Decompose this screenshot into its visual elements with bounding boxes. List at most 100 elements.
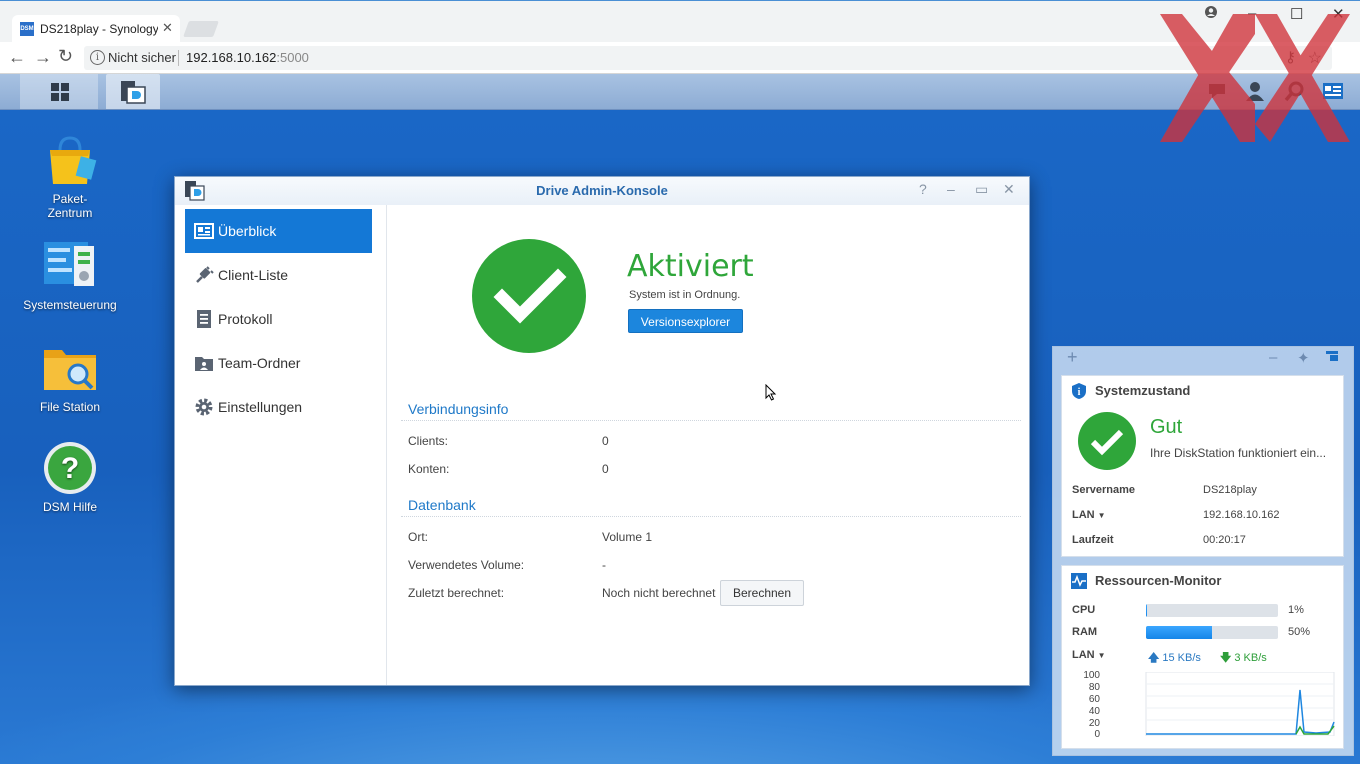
url-field[interactable]: i Nicht sicher 192.168.10.162:5000 ⚷ ☆ xyxy=(84,46,1332,70)
ram-bar xyxy=(1146,626,1278,639)
overview-icon xyxy=(194,223,214,239)
drive-admin-window: Drive Admin-Konsole ? – ▭ ✕ Überblick Cl… xyxy=(174,176,1030,686)
chart-tick: 100 xyxy=(1083,670,1100,681)
server-name-value: DS218play xyxy=(1203,484,1257,496)
desktop-icon-control-panel[interactable]: Systemsteuerung xyxy=(10,238,130,312)
status-subtitle: System ist in Ordnung. xyxy=(629,289,741,301)
browser-tab[interactable]: DSM DS218play - Synology D ✕ xyxy=(12,15,180,43)
chart-tick: 20 xyxy=(1088,718,1100,729)
sidebar-item-log[interactable]: Protokoll xyxy=(185,297,372,341)
section-divider xyxy=(401,420,1021,421)
close-tab-icon[interactable]: ✕ xyxy=(162,20,173,36)
chart-tick: 80 xyxy=(1088,682,1100,693)
upload-rate: 🡅 15 KB/s xyxy=(1148,649,1201,668)
row-value: - xyxy=(602,558,606,572)
desktop-icon-file-station[interactable]: File Station xyxy=(10,340,130,414)
widget-panel: + – ✦ i Systemzustand Gut Ihre DiskStati… xyxy=(1052,346,1354,756)
server-name-label: Servername xyxy=(1072,484,1135,496)
lan-label: LAN xyxy=(1072,509,1095,521)
desktop-icon-label: Paket- Zentrum xyxy=(47,192,93,220)
download-arrow-icon: 🡇 xyxy=(1220,652,1232,664)
new-tab-button[interactable] xyxy=(183,21,219,37)
row-label: Ort: xyxy=(408,530,428,544)
watermark-logo xyxy=(1160,14,1350,142)
sidebar-item-team-folder[interactable]: Team-Ordner xyxy=(185,341,372,385)
ram-bar-fill xyxy=(1146,626,1212,639)
minimize-icon[interactable]: – xyxy=(947,181,955,197)
section-divider xyxy=(401,516,1021,517)
upload-arrow-icon: 🡅 xyxy=(1148,652,1160,664)
health-check-icon xyxy=(1078,412,1136,470)
help-question-icon[interactable]: ? xyxy=(919,181,927,197)
desktop-icon-label: File Station xyxy=(39,400,101,414)
row-value: Volume 1 xyxy=(602,530,653,544)
sidebar-item-overview[interactable]: Überblick xyxy=(185,209,372,253)
sidebar: Überblick Client-Liste Protokoll Team-Or… xyxy=(175,205,387,685)
row-value: 0 xyxy=(602,462,609,476)
sidebar-item-label: Überblick xyxy=(218,223,277,239)
browser-address-bar: ← → ↻ i Nicht sicher 192.168.10.162:5000… xyxy=(0,42,1360,74)
status-title: Aktiviert xyxy=(627,249,754,284)
control-panel-icon xyxy=(44,242,94,286)
version-explorer-button[interactable]: Versionsexplorer xyxy=(628,309,743,333)
lan-label: LAN xyxy=(1072,649,1095,661)
row-label: Zuletzt berechnet: xyxy=(408,586,505,600)
sidebar-item-label: Einstellungen xyxy=(218,399,303,415)
chart-tick: 0 xyxy=(1094,729,1100,740)
file-station-icon xyxy=(44,350,96,390)
widget-toolbar: + – ✦ xyxy=(1053,347,1353,371)
window-titlebar[interactable]: Drive Admin-Konsole ? – ▭ ✕ xyxy=(175,177,1029,205)
sidebar-item-label: Client-Liste xyxy=(218,267,289,283)
back-icon[interactable]: ← xyxy=(8,47,26,68)
row-label: Konten: xyxy=(408,462,450,476)
lan-dropdown[interactable]: LAN ▼ xyxy=(1072,509,1106,521)
health-subtitle: Ihre DiskStation funktioniert ein... xyxy=(1150,446,1327,460)
sidebar-item-label: Team-Ordner xyxy=(218,355,301,371)
calculate-button[interactable]: Berechnen xyxy=(720,580,804,606)
drive-admin-icon xyxy=(121,81,146,104)
forward-icon[interactable]: → xyxy=(34,47,52,68)
desktop-icon-package-center[interactable]: Paket- Zentrum xyxy=(10,132,130,220)
dsm-favicon-icon: DSM xyxy=(20,22,34,36)
desktop-icon-help[interactable]: ? DSM Hilfe xyxy=(10,440,130,514)
main-menu-button[interactable] xyxy=(20,74,98,109)
lan-ip-value: 192.168.10.162 xyxy=(1203,509,1280,521)
chevron-down-icon: ▼ xyxy=(1097,511,1106,520)
pin-icon[interactable]: ✦ xyxy=(1297,349,1310,367)
security-label[interactable]: Nicht sicher xyxy=(108,50,176,65)
upload-value: 15 KB/s xyxy=(1162,652,1201,664)
url-text[interactable]: 192.168.10.162:5000 xyxy=(186,50,309,65)
minimize-icon[interactable]: – xyxy=(1269,349,1277,366)
collapse-widget-icon[interactable] xyxy=(1325,349,1339,367)
maximize-icon[interactable]: ▭ xyxy=(975,181,988,198)
svg-text:?: ? xyxy=(61,452,79,485)
chart-tick: 60 xyxy=(1088,694,1100,705)
taskbar-drive-admin-button[interactable] xyxy=(106,74,160,109)
download-rate: 🡇 3 KB/s xyxy=(1220,649,1267,668)
chevron-down-icon: ▼ xyxy=(1097,651,1106,660)
sidebar-item-settings[interactable]: Einstellungen xyxy=(185,385,372,429)
shield-info-icon: i xyxy=(1072,383,1086,399)
window-title: Drive Admin-Konsole xyxy=(536,183,668,198)
status-check-icon xyxy=(472,239,586,353)
url-host: 192.168.10.162 xyxy=(186,50,277,65)
sidebar-item-label: Protokoll xyxy=(218,311,273,327)
widget-title: Systemzustand xyxy=(1095,383,1191,398)
close-icon[interactable]: ✕ xyxy=(1003,181,1015,198)
network-traffic-chart xyxy=(1145,672,1335,736)
info-icon[interactable]: i xyxy=(90,50,105,65)
log-icon xyxy=(197,310,211,328)
ram-label: RAM xyxy=(1072,626,1098,638)
add-widget-icon[interactable]: + xyxy=(1067,347,1078,368)
reload-icon[interactable]: ↻ xyxy=(58,46,73,67)
row-value: 0 xyxy=(602,434,609,448)
row-label: Verwendetes Volume: xyxy=(408,558,525,572)
lan-dropdown[interactable]: LAN ▼ xyxy=(1072,649,1106,661)
uptime-value: 00:20:17 xyxy=(1203,534,1246,546)
help-icon: ? xyxy=(44,442,96,494)
mouse-cursor-icon xyxy=(765,384,777,401)
omnibox-divider xyxy=(178,50,179,66)
row-value: Noch nicht berechnet xyxy=(602,586,716,600)
main-content: Aktiviert System ist in Ordnung. Version… xyxy=(387,205,1029,685)
sidebar-item-client-list[interactable]: Client-Liste xyxy=(185,253,372,297)
